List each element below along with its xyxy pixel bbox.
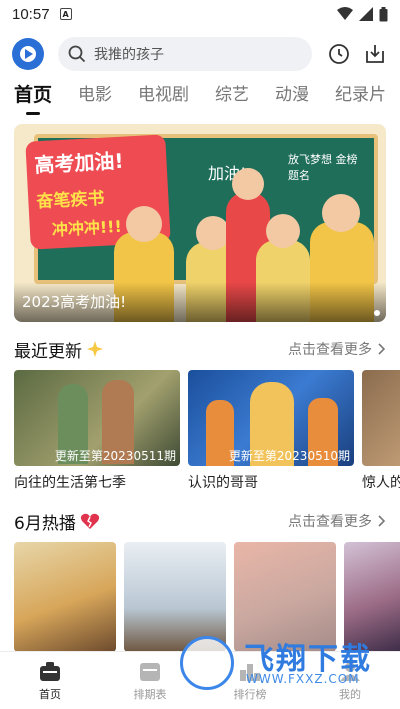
hot-more-link[interactable]: 点击查看更多 — [288, 511, 386, 531]
search-input[interactable]: 我推的孩子 — [58, 37, 312, 71]
tab-home[interactable]: 首页 — [14, 80, 52, 107]
category-tabs: 首页 电影 电视剧 综艺 动漫 纪录片 — [14, 80, 400, 116]
banner-teacher-head — [232, 168, 264, 200]
tab-movie[interactable]: 电影 — [78, 80, 112, 105]
chevron-right-icon — [378, 515, 386, 527]
banner-sign-line3: 冲冲冲!!! — [51, 216, 123, 240]
hot-section-header: 6月热播 点击查看更多 — [14, 508, 386, 534]
banner-student-head — [196, 216, 230, 250]
signal-icon — [359, 7, 373, 21]
status-bar: 10:57 A — [0, 0, 400, 28]
recent-badge: 更新至第20230511期 — [54, 449, 176, 463]
recent-card[interactable]: 更新至第20230510期 认识的哥哥 — [188, 370, 354, 490]
recent-card-title: 惊人的 — [362, 475, 400, 490]
banner-page-indicator — [374, 310, 380, 316]
hot-more-label: 点击查看更多 — [288, 514, 372, 530]
sparkle-icon — [87, 341, 103, 357]
notification-icon: A — [59, 8, 72, 20]
nav-home-label: 首页 — [39, 687, 61, 701]
app-logo-icon[interactable] — [12, 38, 44, 70]
tab-documentary[interactable]: 纪录片 — [335, 80, 386, 105]
hot-card[interactable] — [14, 542, 116, 652]
history-icon[interactable] — [326, 41, 352, 67]
recent-section-header: 最近更新 点击查看更多 — [14, 336, 386, 362]
site-watermark: 飞翔下载 WWW.FXXZ.COM — [180, 632, 394, 690]
nav-schedule-label: 排期表 — [133, 687, 167, 701]
header: 我推的孩子 — [12, 34, 388, 74]
recent-card-title: 认识的哥哥 — [188, 475, 258, 490]
banner-caption: 2023高考加油! — [22, 293, 127, 311]
hot-thumb — [14, 542, 116, 652]
tab-anime[interactable]: 动漫 — [275, 80, 309, 105]
recent-thumb: 更新至第20230511期 — [14, 370, 180, 466]
hero-banner[interactable]: 加油! 放飞梦想 金榜题名 高考加油! 奋笔疾书 冲冲冲!!! 2023高考加油… — [14, 124, 386, 322]
banner-sign-line1: 高考加油! — [33, 148, 125, 178]
search-placeholder: 我推的孩子 — [94, 47, 164, 63]
nav-home[interactable]: 首页 — [0, 652, 100, 709]
recent-more-label: 点击查看更多 — [288, 342, 372, 358]
recent-card-title: 向往的生活第七季 — [14, 475, 126, 490]
battery-icon — [379, 6, 388, 21]
tab-variety[interactable]: 综艺 — [215, 80, 249, 105]
download-icon[interactable] — [362, 41, 388, 67]
recent-section-title: 最近更新 — [14, 341, 82, 362]
tab-tv[interactable]: 电视剧 — [138, 80, 189, 105]
chevron-right-icon — [378, 343, 386, 355]
recent-thumb — [362, 370, 400, 466]
banner-student-head — [126, 206, 162, 242]
status-icons — [337, 6, 388, 22]
broken-heart-icon — [80, 513, 99, 529]
recent-card[interactable]: 更新至第20230511期 向往的生活第七季 — [14, 370, 180, 490]
search-icon — [68, 45, 86, 63]
recent-badge: 更新至第20230510期 — [228, 449, 350, 463]
banner-student-head — [266, 214, 300, 248]
watermark-url: WWW.FXXZ.COM — [246, 672, 360, 686]
status-time: 10:57 — [12, 5, 50, 23]
recent-card[interactable]: 惊人的 — [362, 370, 400, 490]
calendar-icon — [140, 662, 160, 681]
banner-chalk-right: 放飞梦想 金榜题名 — [288, 153, 358, 182]
watermark-logo-icon — [180, 636, 234, 690]
banner-student-head — [322, 194, 360, 232]
wifi-icon — [337, 7, 353, 20]
recent-thumb: 更新至第20230510期 — [188, 370, 354, 466]
recent-more-link[interactable]: 点击查看更多 — [288, 339, 386, 359]
hot-section-title: 6月热播 — [14, 513, 76, 534]
home-icon — [40, 661, 60, 681]
banner-sign-line2: 奋笔疾书 — [35, 188, 105, 213]
recent-row: 更新至第20230511期 向往的生活第七季 更新至第20230510期 认识的… — [14, 370, 400, 490]
